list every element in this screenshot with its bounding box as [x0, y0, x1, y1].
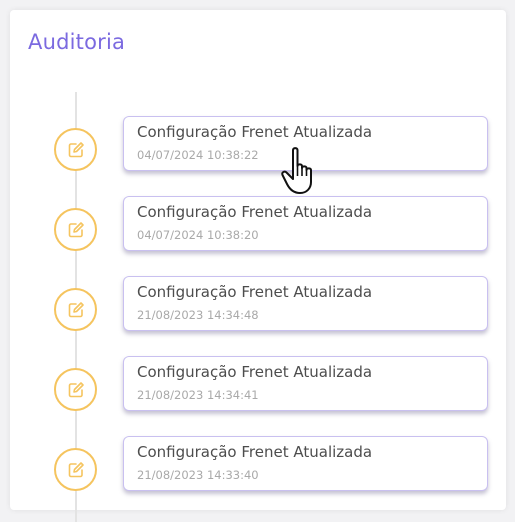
audit-entry-card[interactable]: Configuração Frenet Atualizada 04/07/202… — [123, 196, 488, 251]
audit-entry: Configuração Frenet Atualizada 21/08/202… — [10, 436, 506, 492]
audit-entry-timestamp: 21/08/2023 14:34:41 — [137, 388, 259, 402]
audit-entry-timestamp: 21/08/2023 14:33:40 — [137, 468, 259, 482]
audit-entry: Configuração Frenet Atualizada 04/07/202… — [10, 196, 506, 252]
edit-icon — [68, 141, 84, 157]
audit-entry-title: Configuração Frenet Atualizada — [137, 123, 373, 141]
audit-entry-timestamp: 21/08/2023 14:34:48 — [137, 308, 259, 322]
audit-entry: Configuração Frenet Atualizada 04/07/202… — [10, 116, 506, 172]
edit-icon-badge — [54, 288, 97, 331]
edit-icon — [68, 221, 84, 237]
audit-entry-card[interactable]: Configuração Frenet Atualizada 21/08/202… — [123, 276, 488, 331]
audit-entry-card[interactable]: Configuração Frenet Atualizada 04/07/202… — [123, 116, 488, 171]
audit-entry-title: Configuração Frenet Atualizada — [137, 203, 373, 221]
edit-icon-badge — [54, 208, 97, 251]
audit-entry: Configuração Frenet Atualizada 21/08/202… — [10, 356, 506, 412]
audit-entry-card[interactable]: Configuração Frenet Atualizada 21/08/202… — [123, 436, 488, 491]
audit-panel: Auditoria Configuração Frenet Atualizada… — [10, 10, 506, 522]
edit-icon-badge — [54, 448, 97, 491]
audit-entry-title: Configuração Frenet Atualizada — [137, 283, 373, 301]
audit-entry-card[interactable]: Configuração Frenet Atualizada 21/08/202… — [123, 356, 488, 411]
edit-icon — [68, 381, 84, 397]
edit-icon-badge — [54, 128, 97, 171]
edit-icon — [68, 461, 84, 477]
audit-entry: Configuração Frenet Atualizada 21/08/202… — [10, 276, 506, 332]
audit-entry-timestamp: 04/07/2024 10:38:22 — [137, 148, 259, 162]
edit-icon-badge — [54, 368, 97, 411]
audit-entry-title: Configuração Frenet Atualizada — [137, 363, 373, 381]
edit-icon — [68, 301, 84, 317]
audit-entry-timestamp: 04/07/2024 10:38:20 — [137, 228, 259, 242]
audit-entry-title: Configuração Frenet Atualizada — [137, 443, 373, 461]
panel-title: Auditoria — [28, 30, 126, 54]
